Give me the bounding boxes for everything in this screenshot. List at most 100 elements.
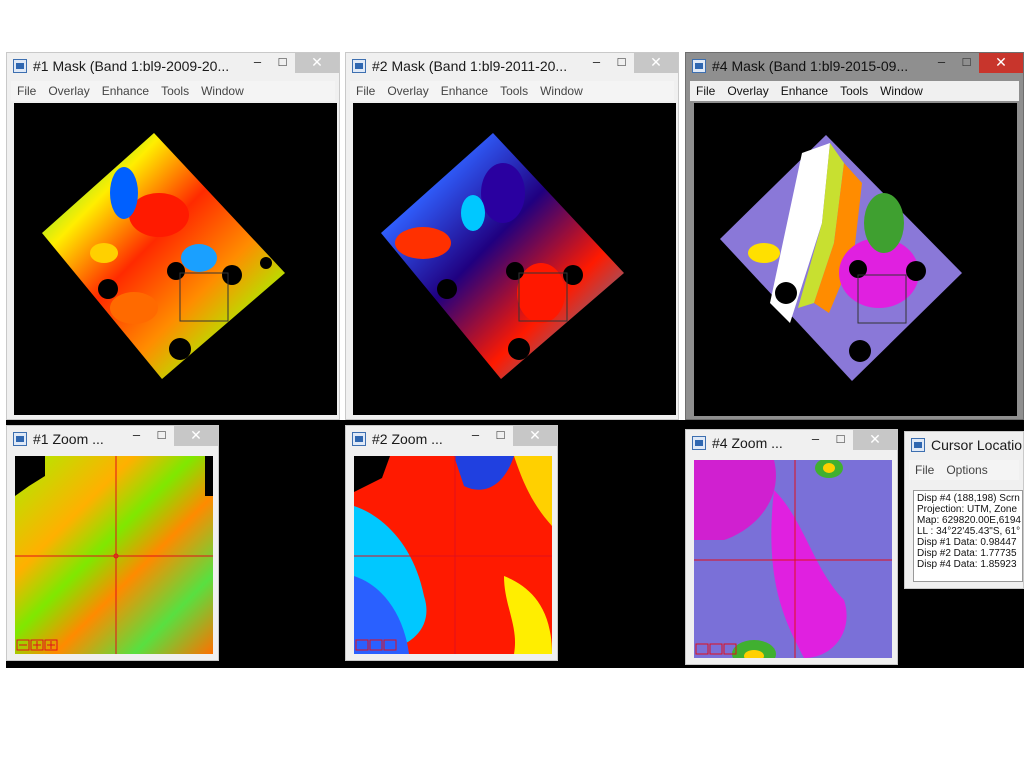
- maximize-button[interactable]: □: [954, 53, 979, 73]
- minimize-button[interactable]: –: [803, 430, 828, 450]
- cursor-location-window[interactable]: Cursor Locatio File Options Disp #4 (188,…: [904, 431, 1024, 589]
- nodata-blob: [437, 279, 457, 299]
- app-icon: [911, 438, 925, 452]
- maximize-button[interactable]: □: [609, 53, 634, 73]
- image-canvas[interactable]: [694, 103, 1017, 416]
- window-title: #4 Zoom ...: [712, 435, 783, 451]
- zoom-canvas[interactable]: [15, 456, 213, 654]
- menu-file[interactable]: File: [356, 81, 375, 101]
- mask-window-1[interactable]: #1 Mask (Band 1:bl9-2009-20... – □ ✕ Fil…: [6, 52, 340, 420]
- cursor-info-panel: Disp #4 (188,198) Scrn Projection: UTM, …: [913, 490, 1023, 582]
- maximize-button[interactable]: □: [270, 53, 295, 73]
- menu-bar: File Overlay Enhance Tools Window: [350, 81, 674, 101]
- mask-window-4[interactable]: #4 Mask (Band 1:bl9-2015-09... – □ ✕ Fil…: [685, 52, 1024, 420]
- menu-overlay[interactable]: Overlay: [727, 81, 768, 101]
- menu-file[interactable]: File: [915, 460, 934, 480]
- menu-overlay[interactable]: Overlay: [48, 81, 89, 101]
- nodata-blob: [169, 338, 191, 360]
- info-line: Projection: UTM, Zone: [917, 504, 1018, 515]
- nodata-blob: [849, 340, 871, 362]
- zoom-canvas[interactable]: [354, 456, 552, 654]
- info-line: LL : 34°22'45.43"S, 61°: [917, 526, 1021, 537]
- raster-patch: [129, 193, 189, 237]
- close-button[interactable]: ✕: [853, 430, 897, 450]
- window-title: #1 Zoom ...: [33, 431, 104, 447]
- title-bar[interactable]: #2 Zoom ... – □ ✕: [346, 426, 557, 454]
- menu-tools[interactable]: Tools: [161, 81, 189, 101]
- raster-patch: [517, 263, 565, 323]
- title-bar[interactable]: #4 Mask (Band 1:bl9-2015-09... – □ ✕: [686, 53, 1023, 81]
- title-bar[interactable]: Cursor Locatio: [905, 432, 1023, 460]
- nodata-strip: [205, 456, 213, 496]
- info-line: Disp #4 (188,198) Scrn: [917, 493, 1020, 504]
- window-title: #2 Mask (Band 1:bl9-2011-20...: [372, 58, 568, 74]
- zoom-window-2[interactable]: #2 Zoom ... – □ ✕: [345, 425, 558, 661]
- menu-enhance[interactable]: Enhance: [102, 81, 149, 101]
- info-line: Disp #1 Data: 0.98447: [917, 537, 1017, 548]
- menu-enhance[interactable]: Enhance: [781, 81, 828, 101]
- menu-bar: File Overlay Enhance Tools Window: [11, 81, 335, 101]
- menu-tools[interactable]: Tools: [500, 81, 528, 101]
- menu-overlay[interactable]: Overlay: [387, 81, 428, 101]
- minimize-button[interactable]: –: [124, 426, 149, 446]
- raster-patch: [461, 195, 485, 231]
- image-canvas[interactable]: [14, 103, 337, 415]
- nodata-blob: [775, 282, 797, 304]
- app-icon: [692, 436, 706, 450]
- title-bar[interactable]: #4 Zoom ... – □ ✕: [686, 430, 897, 458]
- raster-diamond: [42, 133, 285, 379]
- title-bar[interactable]: #2 Mask (Band 1:bl9-2011-20... – □ ✕: [346, 53, 678, 81]
- maximize-button[interactable]: □: [828, 430, 853, 450]
- raster-patch: [110, 167, 138, 219]
- menu-file[interactable]: File: [17, 81, 36, 101]
- info-line: Disp #4 Data: 1.85923: [917, 559, 1017, 570]
- raster-patch: [90, 243, 118, 263]
- app-icon: [352, 59, 366, 73]
- nodata-blob: [222, 265, 242, 285]
- nodata-blob: [98, 279, 118, 299]
- menu-tools[interactable]: Tools: [840, 81, 868, 101]
- zoom-canvas[interactable]: [694, 460, 892, 658]
- info-line: Disp #2 Data: 1.77735: [917, 548, 1017, 559]
- window-title: #1 Mask (Band 1:bl9-2009-20...: [33, 58, 230, 74]
- menu-window[interactable]: Window: [201, 81, 244, 101]
- image-canvas[interactable]: [353, 103, 676, 415]
- close-button[interactable]: ✕: [979, 53, 1023, 73]
- minimize-button[interactable]: –: [245, 53, 270, 73]
- title-bar[interactable]: #1 Mask (Band 1:bl9-2009-20... – □ ✕: [7, 53, 339, 81]
- maximize-button[interactable]: □: [488, 426, 513, 446]
- app-icon: [13, 59, 27, 73]
- nodata-blob: [167, 262, 185, 280]
- menu-window[interactable]: Window: [540, 81, 583, 101]
- raster-patch: [823, 463, 835, 473]
- close-button[interactable]: ✕: [513, 426, 557, 446]
- close-button[interactable]: ✕: [634, 53, 678, 73]
- window-title: #4 Mask (Band 1:bl9-2015-09...: [712, 58, 909, 74]
- close-button[interactable]: ✕: [295, 53, 339, 73]
- app-icon: [352, 432, 366, 446]
- zoom-window-1[interactable]: #1 Zoom ... – □ ✕: [6, 425, 219, 661]
- menu-file[interactable]: File: [696, 81, 715, 101]
- maximize-button[interactable]: □: [149, 426, 174, 446]
- raster-patch: [748, 243, 780, 263]
- menu-options[interactable]: Options: [946, 460, 987, 480]
- nodata-blob: [906, 261, 926, 281]
- mask-window-2[interactable]: #2 Mask (Band 1:bl9-2011-20... – □ ✕ Fil…: [345, 52, 679, 420]
- raster-patch: [395, 227, 451, 259]
- close-button[interactable]: ✕: [174, 426, 218, 446]
- app-icon: [692, 59, 706, 73]
- minimize-button[interactable]: –: [584, 53, 609, 73]
- menu-window[interactable]: Window: [880, 81, 923, 101]
- zoom-window-4[interactable]: #4 Zoom ... – □ ✕: [685, 429, 898, 665]
- minimize-button[interactable]: –: [929, 53, 954, 73]
- menu-bar: File Overlay Enhance Tools Window: [690, 81, 1019, 101]
- app-icon: [13, 432, 27, 446]
- title-bar[interactable]: #1 Zoom ... – □ ✕: [7, 426, 218, 454]
- raster-patch: [110, 292, 158, 324]
- minimize-button[interactable]: –: [463, 426, 488, 446]
- raster-patch: [864, 193, 904, 253]
- menu-enhance[interactable]: Enhance: [441, 81, 488, 101]
- window-title: Cursor Locatio: [931, 437, 1023, 453]
- nodata-blob: [260, 257, 272, 269]
- nodata-blob: [563, 265, 583, 285]
